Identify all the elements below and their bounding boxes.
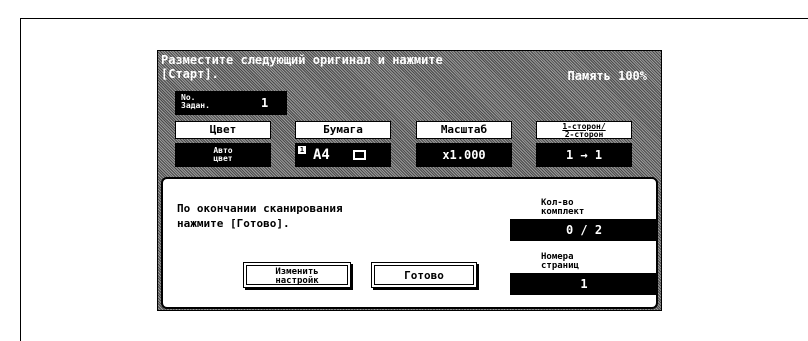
color-value: Авто цвет bbox=[175, 143, 271, 167]
sets-value: 0 / 2 bbox=[510, 219, 658, 241]
sets-label: Кол-во комплект bbox=[541, 198, 585, 217]
paper-value: 1 A4 bbox=[295, 143, 391, 167]
memory-indicator: Память 100% bbox=[567, 69, 647, 83]
duplex-value: 1 → 1 bbox=[536, 143, 632, 167]
duplex-button[interactable]: 1-сторон/ 2-сторон bbox=[536, 121, 632, 139]
paper-size: A4 bbox=[313, 147, 330, 163]
done-button-label: Готово bbox=[404, 269, 444, 282]
paper-button[interactable]: Бумага bbox=[295, 121, 391, 139]
pages-label: Номера страниц bbox=[541, 252, 579, 271]
tray-1-icon: 1 bbox=[298, 146, 306, 154]
paper-orientation-icon bbox=[353, 150, 366, 160]
instruction-message: Разместите следующий оригинал и нажмите … bbox=[161, 53, 443, 81]
tray-number: 1 bbox=[299, 146, 305, 154]
zoom-button[interactable]: Масштаб bbox=[416, 121, 512, 139]
done-button[interactable]: Готово bbox=[371, 262, 477, 288]
copier-control-panel: Разместите следующий оригинал и нажмите … bbox=[157, 50, 662, 311]
job-label-line2: Задан. bbox=[181, 101, 210, 110]
dialog-message: По окончании сканирования нажмите [Готов… bbox=[177, 202, 343, 230]
job-number-box: No. Задан. 1 bbox=[175, 91, 287, 115]
color-button[interactable]: Цвет bbox=[175, 121, 271, 139]
duplex-label-line2: 2-сторон bbox=[564, 130, 604, 139]
job-number: 1 bbox=[261, 96, 269, 110]
change-settings-label-line2: настройк bbox=[275, 276, 319, 286]
color-value-line2: цвет bbox=[213, 154, 233, 163]
change-settings-button[interactable]: Изменить настройк bbox=[243, 262, 351, 288]
zoom-value: x1.000 bbox=[416, 143, 512, 167]
pages-value: 1 bbox=[510, 273, 658, 295]
scan-complete-dialog: По окончании сканирования нажмите [Готов… bbox=[161, 177, 658, 309]
